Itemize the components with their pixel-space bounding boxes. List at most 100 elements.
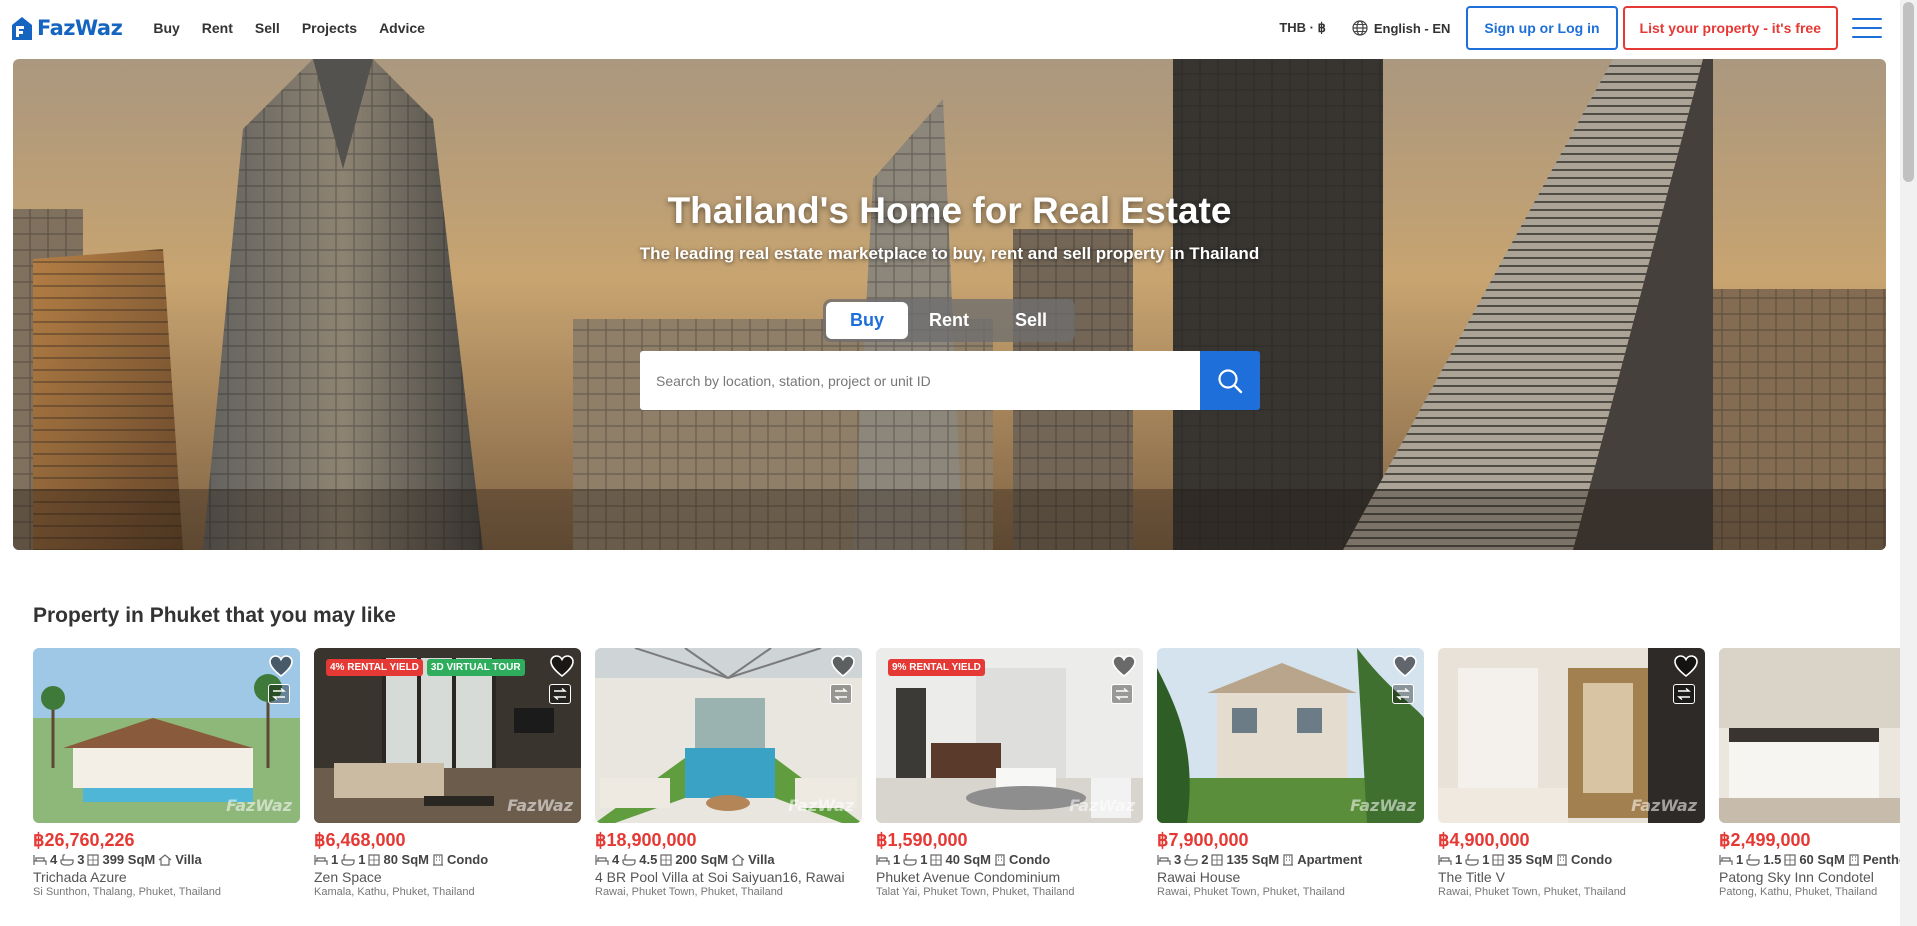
property-location: Talat Yai, Phuket Town, Phuket, Thailand xyxy=(876,886,1075,898)
bed-icon xyxy=(595,854,609,865)
bed-icon xyxy=(876,854,890,865)
tab-buy[interactable]: Buy xyxy=(826,302,908,339)
signup-login-button[interactable]: Sign up or Log in xyxy=(1466,6,1618,50)
nav-rent[interactable]: Rent xyxy=(191,20,244,36)
property-type: Penthouse xyxy=(1862,852,1901,867)
property-type: Villa xyxy=(748,852,775,867)
area-size: 399 SqM xyxy=(102,852,156,867)
nav-projects[interactable]: Projects xyxy=(291,20,368,36)
property-card[interactable]: FazWaz ฿18,900,000 4 4.5 200 SqM Villa 4… xyxy=(595,648,862,898)
property-price: ฿26,760,226 xyxy=(33,830,135,850)
compare-icon[interactable] xyxy=(268,684,290,704)
favorite-heart-icon[interactable] xyxy=(1673,654,1699,678)
property-card[interactable]: FazWaz ฿4,900,000 1 1 35 SqM Condo The T… xyxy=(1438,648,1705,898)
favorite-heart-icon[interactable] xyxy=(830,654,856,678)
favorite-heart-icon[interactable] xyxy=(549,654,575,678)
building-icon xyxy=(1283,853,1294,866)
property-name[interactable]: Trichada Azure xyxy=(33,869,300,885)
property-price: ฿18,900,000 xyxy=(595,830,697,850)
nav-buy[interactable]: Buy xyxy=(142,20,190,36)
area-icon xyxy=(930,853,943,866)
property-photo[interactable]: FazWaz xyxy=(1157,648,1424,823)
area-size: 35 SqM xyxy=(1507,852,1553,867)
property-name[interactable]: 4 BR Pool Villa at Soi Saiyuan16, Rawai xyxy=(595,869,862,885)
baths-count: 2 xyxy=(1201,852,1209,867)
building-icon xyxy=(432,853,443,866)
search-bar xyxy=(640,351,1260,410)
property-specs: 4 4.5 200 SqM Villa xyxy=(595,852,862,867)
search-mode-tabs: Buy Rent Sell xyxy=(823,299,1075,342)
nav-advice[interactable]: Advice xyxy=(368,20,436,36)
bath-icon xyxy=(622,853,636,866)
property-photo[interactable]: FazWaz xyxy=(33,648,300,823)
property-price: ฿1,590,000 xyxy=(876,830,968,850)
property-type: Condo xyxy=(1570,852,1613,867)
baths-count: 1 xyxy=(358,852,366,867)
favorite-heart-icon[interactable] xyxy=(1392,654,1418,678)
hamburger-menu-icon[interactable] xyxy=(1852,18,1882,38)
beds-count: 4 xyxy=(50,852,58,867)
area-icon xyxy=(1211,853,1224,866)
property-name[interactable]: Phuket Avenue Condominium xyxy=(876,869,1143,885)
search-input[interactable] xyxy=(640,351,1200,410)
building-icon xyxy=(1848,853,1859,866)
property-specs: 1 1 35 SqM Condo xyxy=(1438,852,1705,867)
compare-icon[interactable] xyxy=(830,684,852,704)
bath-icon xyxy=(1465,853,1479,866)
tab-rent[interactable]: Rent xyxy=(908,302,990,339)
language-label: English - EN xyxy=(1373,20,1451,36)
beds-count: 1 xyxy=(331,852,339,867)
area-icon xyxy=(1784,853,1796,866)
compare-icon[interactable] xyxy=(1673,684,1695,704)
property-photo[interactable]: 4% RENTAL YIELD 3D VIRTUAL TOUR FazWaz xyxy=(314,648,581,823)
property-location: Rawai, Phuket Town, Phuket, Thailand xyxy=(1157,886,1345,898)
property-specs: 3 2 135 SqM Apartment xyxy=(1157,852,1424,867)
list-property-button[interactable]: List your property - it's free xyxy=(1622,6,1838,50)
property-specs: 4 3 399 SqM Villa xyxy=(33,852,300,867)
property-specs: 1 1 40 SqM Condo xyxy=(876,852,1143,867)
bed-icon xyxy=(1719,854,1733,865)
baths-count: 1 xyxy=(1482,852,1490,867)
property-card[interactable]: FazWaz ฿7,900,000 3 2 135 SqM Apartment … xyxy=(1157,648,1424,898)
page-scrollbar[interactable] xyxy=(1900,0,1917,926)
property-location: Patong, Kathu, Phuket, Thailand xyxy=(1719,886,1878,898)
area-size: 40 SqM xyxy=(945,852,991,867)
property-card[interactable]: FazWaz ฿26,760,226 4 3 399 SqM Villa Tri… xyxy=(33,648,300,898)
property-name[interactable]: Patong Sky Inn Condotel xyxy=(1719,869,1901,885)
scrollbar-thumb[interactable] xyxy=(1903,2,1914,182)
tab-sell[interactable]: Sell xyxy=(990,302,1072,339)
property-price: ฿7,900,000 xyxy=(1157,830,1249,850)
beds-count: 1 xyxy=(893,852,901,867)
property-name[interactable]: Rawai House xyxy=(1157,869,1424,885)
property-photo[interactable]: FazWaz xyxy=(595,648,862,823)
property-photo[interactable]: 9% RENTAL YIELD FazWaz xyxy=(876,648,1143,823)
compare-icon[interactable] xyxy=(1111,684,1133,704)
beds-count: 1 xyxy=(1736,852,1744,867)
currency-selector[interactable]: THB · ฿ xyxy=(1279,20,1326,36)
hero-subtitle: The leading real estate marketplace to b… xyxy=(639,244,1260,263)
property-card[interactable]: 4% RENTAL YIELD 3D VIRTUAL TOUR FazWaz ฿… xyxy=(314,648,581,898)
area-icon xyxy=(1492,853,1505,866)
property-name[interactable]: The Title V xyxy=(1438,869,1705,885)
property-photo[interactable]: FazWaz xyxy=(1438,648,1705,823)
area-icon xyxy=(660,853,672,866)
main-nav: Buy Rent Sell Projects Advice xyxy=(142,20,436,36)
fazwaz-logo[interactable]: FazWaz xyxy=(10,13,123,43)
nav-sell[interactable]: Sell xyxy=(244,20,291,36)
property-name[interactable]: Zen Space xyxy=(314,869,581,885)
favorite-heart-icon[interactable] xyxy=(1111,654,1137,678)
property-card[interactable]: FazWaz ฿2,499,000 1 1.5 60 SqM Penthouse… xyxy=(1719,648,1901,898)
property-card[interactable]: 9% RENTAL YIELD FazWaz ฿1,590,000 1 1 40… xyxy=(876,648,1143,898)
compare-icon[interactable] xyxy=(1392,684,1414,704)
bed-icon xyxy=(314,854,328,865)
watermark-label: FazWaz xyxy=(1350,796,1416,815)
watermark-label: FazWaz xyxy=(226,796,292,815)
search-button[interactable] xyxy=(1200,351,1260,410)
language-selector[interactable]: English - EN xyxy=(1352,20,1451,36)
compare-icon[interactable] xyxy=(549,684,571,704)
hero-banner: Thailand's Home for Real Estate The lead… xyxy=(13,59,1886,550)
favorite-heart-icon[interactable] xyxy=(268,654,294,678)
property-photo[interactable]: FazWaz xyxy=(1719,648,1901,823)
bed-icon xyxy=(1438,854,1452,865)
property-type: Villa xyxy=(175,852,202,867)
